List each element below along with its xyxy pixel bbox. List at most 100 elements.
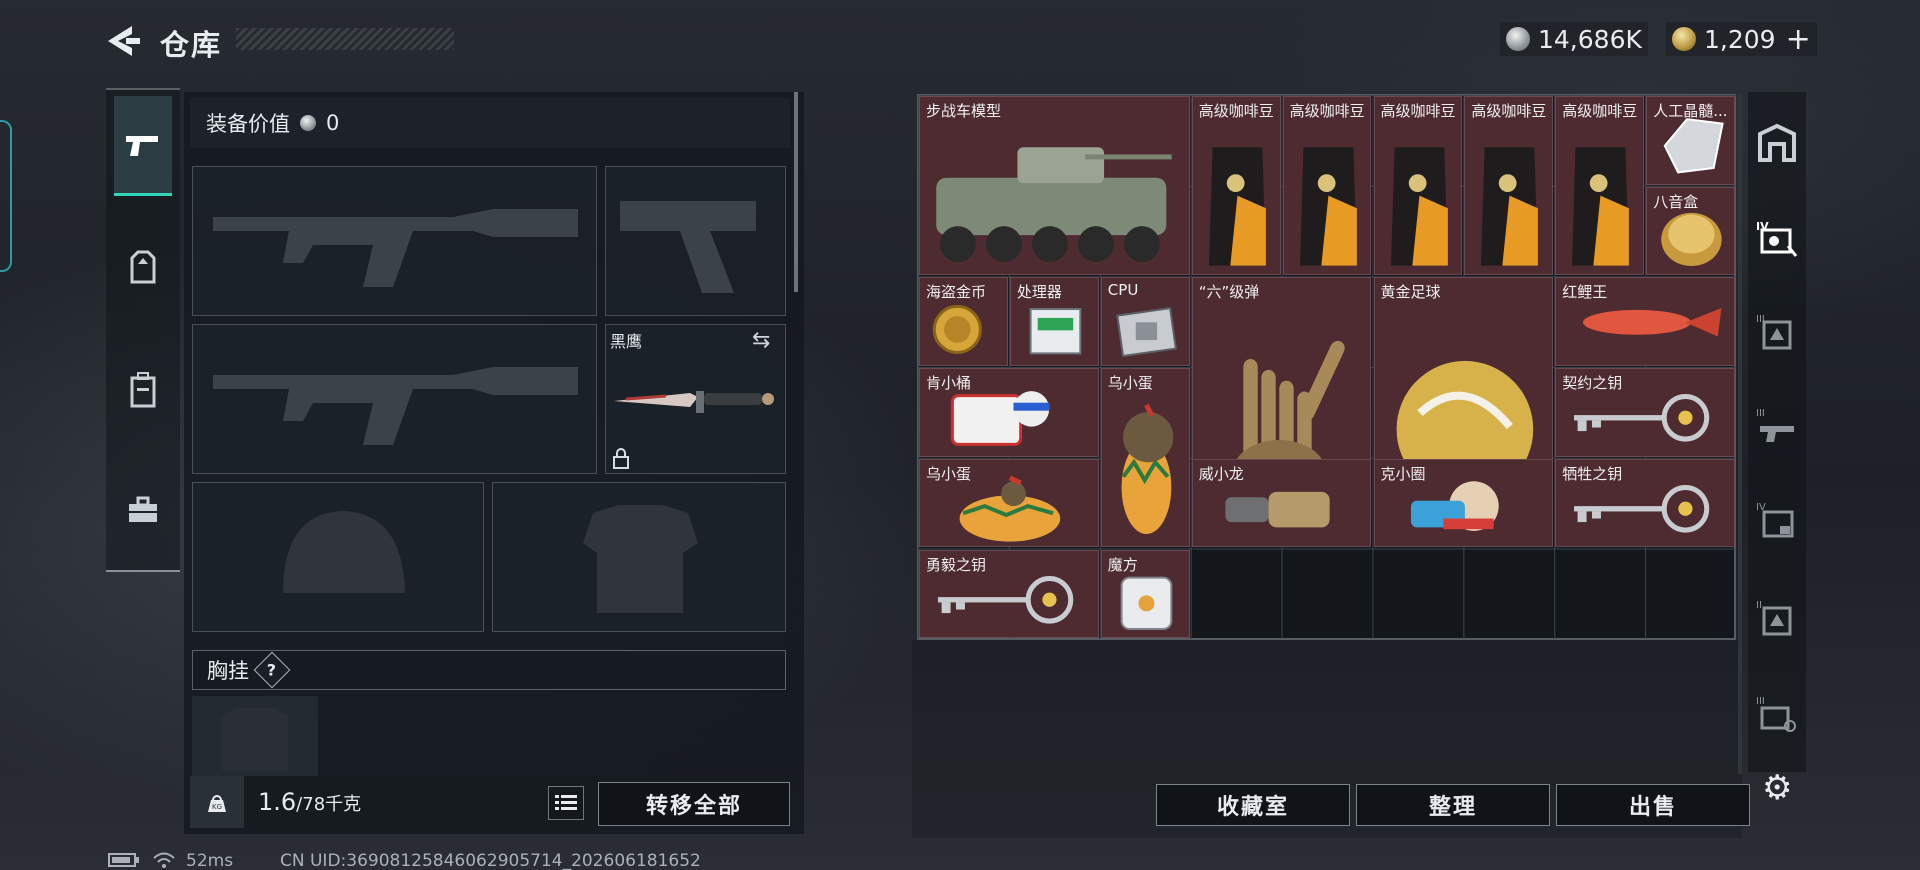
coffee-bag-icon	[1299, 147, 1357, 266]
stash-item[interactable]: 威小龙	[1191, 458, 1372, 548]
svg-text:III: III	[1756, 408, 1765, 419]
chest-rig-slot[interactable]	[192, 696, 318, 778]
weight-current: 1.6	[258, 788, 297, 816]
silver-coin-icon	[300, 115, 316, 131]
back-arrow-icon[interactable]	[104, 24, 144, 58]
briefcase-icon	[129, 496, 157, 522]
coffee-bag-icon	[1481, 147, 1539, 266]
rifle-silhouette-icon	[213, 367, 578, 445]
stash-item[interactable]: 海盗金币	[919, 277, 1008, 367]
uid-readout: CN UID:3690812584606290571​4_20260618165…	[280, 851, 701, 870]
stash-page-iv-folder-icon[interactable]: IV	[1754, 498, 1800, 544]
add-gold-button[interactable]: +	[1786, 22, 1811, 57]
collection-room-button[interactable]: 收藏室	[1156, 784, 1350, 826]
tab-case[interactable]	[114, 460, 172, 560]
stash-page-iii-weapon-icon[interactable]: III	[1754, 404, 1800, 450]
stash-item-label: 魔方	[1107, 555, 1138, 574]
coffee-bag-icon	[1390, 147, 1448, 266]
stash-item[interactable]: 肯小桶	[919, 368, 1099, 457]
stash-item-label: 海盗金币	[926, 283, 987, 302]
equip-value-label: 装备价值	[206, 112, 290, 136]
page-title: 仓库	[160, 28, 223, 62]
stash-item-label: 高级咖啡豆	[1471, 102, 1547, 120]
stash-page-iv-tools-icon[interactable]: IV	[1754, 216, 1800, 262]
chest-rig-header: 胸挂 ?	[192, 650, 786, 690]
stash-item[interactable]: 勇毅之钥	[919, 549, 1099, 639]
silver-coin-icon	[1506, 27, 1530, 51]
stash-item-label: 牺牲之钥	[1562, 464, 1623, 483]
stash-item-label: 高级咖啡豆	[1198, 102, 1274, 120]
stash-item[interactable]: 魔方	[1100, 549, 1190, 639]
stash-item[interactable]: 高级咖啡豆	[1282, 96, 1372, 276]
primary-weapon-slot[interactable]	[192, 166, 597, 316]
stash-item[interactable]: 乌小蛋	[919, 458, 1099, 548]
title-decoration	[236, 28, 454, 50]
silver-amount: 14,686K	[1538, 24, 1642, 54]
stash-item-label: 克小圈	[1380, 464, 1426, 483]
carry-weight: 1.6/78千克	[258, 788, 361, 816]
stash-item-label: 红鲤王	[1562, 283, 1608, 302]
stash-item-label: 人工晶髓...	[1653, 102, 1728, 120]
stash-page-ii-armor-icon[interactable]: II	[1754, 596, 1800, 642]
list-view-button[interactable]	[548, 786, 584, 820]
helmet-slot[interactable]	[192, 482, 484, 632]
stash-item[interactable]: 高级咖啡豆	[1555, 96, 1645, 276]
wifi-icon	[153, 852, 175, 868]
sell-button[interactable]: 出售	[1556, 784, 1750, 826]
pistol-silhouette-icon	[620, 201, 756, 293]
coffee-bag-icon	[1208, 147, 1266, 266]
secondary-weapon-slot[interactable]	[192, 324, 597, 474]
stash-item[interactable]: 乌小蛋	[1100, 368, 1190, 548]
help-icon[interactable]: ?	[253, 651, 291, 689]
tab-weapons[interactable]	[114, 96, 172, 196]
stash-item[interactable]: 高级咖啡豆	[1373, 96, 1463, 276]
armor-vest-icon	[130, 250, 156, 284]
stash-item-label: 处理器	[1016, 283, 1062, 302]
ping-readout: 52ms	[186, 851, 234, 870]
stash-item[interactable]: CPU	[1100, 277, 1190, 367]
gold-currency[interactable]: 1,209 +	[1666, 22, 1817, 57]
stash-home-icon[interactable]	[1754, 120, 1800, 166]
settings-gear-icon[interactable]: ⚙	[1762, 768, 1796, 808]
stash-item-label: 高级咖啡豆	[1562, 102, 1638, 120]
helmet-silhouette-icon	[283, 511, 405, 593]
chest-rig-label: 胸挂	[207, 659, 249, 683]
stash-item-label: 黄金足球	[1380, 283, 1441, 302]
stash-item[interactable]: 人工晶髓...	[1646, 96, 1736, 185]
stash-item-label: 步战车模型	[926, 102, 1002, 120]
stash-item[interactable]: 牺牲之钥	[1555, 458, 1736, 548]
stash-item-label: 威小龙	[1198, 464, 1244, 483]
stash-page-iii-key-icon[interactable]: III	[1754, 692, 1800, 738]
tab-backpack[interactable]	[114, 340, 172, 440]
stash-item[interactable]: 处理器	[1009, 277, 1099, 367]
stash-item[interactable]: 契约之钥	[1555, 368, 1736, 457]
stash-item[interactable]: 高级咖啡豆	[1191, 96, 1281, 276]
stash-page-iii-armor-icon[interactable]: III	[1754, 310, 1800, 356]
tab-armor[interactable]	[114, 218, 172, 318]
sort-button[interactable]: 整理	[1356, 784, 1550, 826]
ifv-model-icon	[936, 147, 1172, 263]
coffee-bag-icon	[1572, 147, 1630, 266]
sidearm-slot[interactable]	[605, 166, 786, 316]
swap-icon[interactable]: ⇆	[752, 328, 770, 353]
chest-rig-silhouette-icon	[222, 708, 288, 770]
gold-coin-icon	[1672, 27, 1696, 51]
pistol-icon	[126, 135, 158, 156]
stash-item[interactable]: 八音盒	[1646, 186, 1736, 276]
weight-max: /78千克	[296, 794, 362, 815]
stash-item-label: 乌小蛋	[1107, 374, 1153, 393]
rifle-silhouette-icon	[213, 209, 578, 287]
stash-item[interactable]: 克小圈	[1373, 458, 1554, 548]
armor-slot[interactable]	[492, 482, 786, 632]
screen-edge-decoration	[0, 120, 12, 272]
weight-icon: KG	[190, 776, 244, 828]
knife-name: 黑鹰	[610, 332, 643, 351]
stash-item[interactable]: 高级咖啡豆	[1464, 96, 1554, 276]
stash-scrollbar[interactable]	[1738, 94, 1742, 774]
kettlebell-icon: KG	[208, 795, 226, 812]
transfer-all-button[interactable]: 转移全部	[598, 782, 790, 826]
figure-egg-icon	[1121, 403, 1174, 535]
stash-item[interactable]: 红鲤王	[1555, 277, 1736, 367]
stash-item[interactable]: 步战车模型	[919, 96, 1190, 276]
loadout-scrollbar[interactable]	[794, 92, 798, 292]
